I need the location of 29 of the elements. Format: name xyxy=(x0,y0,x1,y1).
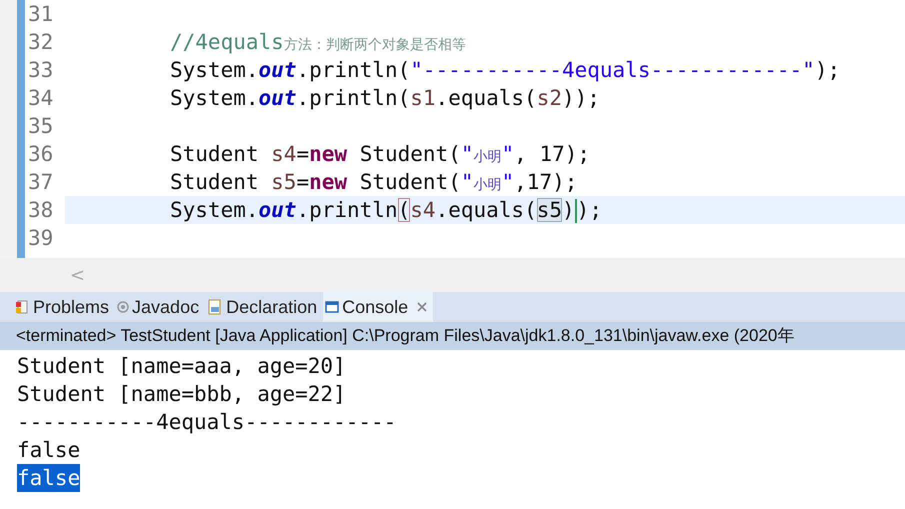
console-output-line: Student [name=aaa, age=20] xyxy=(17,353,346,380)
code-line: Student s5=new Student("小明",17); xyxy=(170,169,578,196)
line-number: 34 xyxy=(27,85,54,112)
panel-tab[interactable]: Console xyxy=(323,292,434,322)
at-sign-icon xyxy=(117,301,130,313)
warning-icon xyxy=(16,299,30,315)
console-output-line: false xyxy=(17,437,80,464)
close-icon[interactable] xyxy=(417,302,428,312)
line-number: 39 xyxy=(27,225,54,252)
panel-tab[interactable]: Problems xyxy=(14,292,116,322)
console-icon xyxy=(325,301,340,313)
code-line: System.out.println(s4.equals(s5)); xyxy=(170,197,602,224)
code-line: System.out.println(s1.equals(s2)); xyxy=(170,85,600,112)
console-output-line: Student [name=bbb, age=22] xyxy=(17,381,346,408)
code-line: //4equals方法：判断两个对象是否相等 xyxy=(170,29,466,56)
line-number: 33 xyxy=(27,57,54,84)
line-number: 31 xyxy=(27,1,54,28)
panel-tab[interactable]: Javadoc xyxy=(115,292,206,322)
line-number: 38 xyxy=(27,197,54,224)
line-number: 35 xyxy=(27,113,54,140)
console-header: <terminated> TestStudent [Java Application] C:\Program Files\Java\jdk1.8.0_131\bin\javaw.exe (2020年 xyxy=(0,322,905,350)
line-number: 37 xyxy=(27,169,54,196)
document-icon xyxy=(207,299,224,315)
code-line: Student s4=new Student("小明", 17); xyxy=(170,141,590,168)
line-number: 32 xyxy=(27,29,54,56)
console-output-line: -----------4equals------------ xyxy=(17,409,396,436)
panel-tab[interactable]: Declaration xyxy=(205,292,324,322)
code-line: System.out.println("-----------4equals------------"); xyxy=(170,57,840,84)
line-number: 36 xyxy=(27,141,54,168)
